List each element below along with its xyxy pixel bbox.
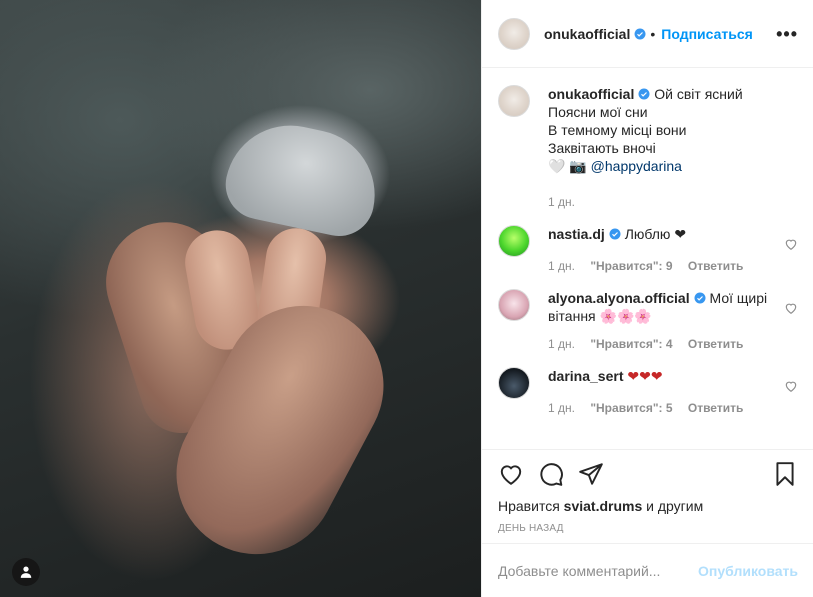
photo-hat-shape <box>219 113 387 243</box>
action-icons <box>498 450 798 498</box>
likes-summary: Нравится sviat.drums и другим <box>498 498 798 514</box>
comment-username[interactable]: darina_sert <box>548 368 623 384</box>
caption-line: Поясни мої сни <box>548 104 648 120</box>
verified-icon <box>609 228 621 240</box>
comment-username[interactable]: nastia.dj <box>548 226 605 242</box>
comment-likes[interactable]: "Нравится": 4 <box>590 337 672 351</box>
reply-button[interactable]: Ответить <box>688 401 743 415</box>
comment-time[interactable]: 1 дн. <box>548 337 575 351</box>
likes-suffix[interactable]: и другим <box>646 498 703 514</box>
comment-text: Люблю ❤ <box>624 226 687 242</box>
more-options-button[interactable]: ••• <box>776 25 798 43</box>
verified-icon <box>694 292 706 304</box>
avatar[interactable] <box>498 289 530 321</box>
post: onukaofficial • Подписаться ••• onukaoff… <box>0 0 813 597</box>
post-actions: Нравится sviat.drums и другим ДЕНЬ НАЗАД <box>482 449 813 543</box>
comment-item: nastia.dj Люблю ❤ 1 дн. "Нравится": 9 От… <box>498 225 798 275</box>
header-separator: • <box>650 25 656 42</box>
comment-likes[interactable]: "Нравится": 5 <box>590 401 672 415</box>
avatar[interactable] <box>498 367 530 399</box>
caption-time[interactable]: 1 дн. <box>548 195 575 209</box>
comment-body: alyona.alyona.official Мої щирі вітання … <box>548 289 798 353</box>
comment-body: darina_sert ❤❤❤ 1 дн. "Нравится": 5 Отве… <box>548 367 798 417</box>
comment-like-heart-icon[interactable] <box>784 237 798 251</box>
avatar[interactable] <box>498 225 530 257</box>
reply-button[interactable]: Ответить <box>688 337 743 351</box>
post-header: onukaofficial • Подписаться ••• <box>482 0 813 68</box>
comment-like-heart-icon[interactable] <box>784 379 798 393</box>
heart-icon[interactable] <box>498 461 524 487</box>
comment-like-heart-icon[interactable] <box>784 301 798 315</box>
caption-line: Заквітають вночі <box>548 140 656 156</box>
avatar[interactable] <box>498 85 530 117</box>
avatar[interactable] <box>498 17 530 50</box>
post-sidebar: onukaofficial • Подписаться ••• onukaoff… <box>481 0 813 597</box>
caption-line: В темному місці вони <box>548 122 687 138</box>
publish-button[interactable]: Опубликовать <box>698 563 798 579</box>
caption-emoji: 🤍 📷 <box>548 158 587 174</box>
verified-icon <box>634 28 646 39</box>
comment-time[interactable]: 1 дн. <box>548 401 575 415</box>
comment-time[interactable]: 1 дн. <box>548 259 575 273</box>
add-comment-bar: Опубликовать <box>482 543 813 597</box>
post-timestamp[interactable]: ДЕНЬ НАЗАД <box>498 523 798 534</box>
user-icon <box>20 566 32 578</box>
likes-prefix: Нравится <box>498 498 560 514</box>
post-photo[interactable] <box>0 0 481 597</box>
bookmark-icon[interactable] <box>772 461 798 487</box>
comment-username[interactable]: alyona.alyona.official <box>548 290 690 306</box>
follow-button[interactable]: Подписаться <box>661 26 753 42</box>
comment-input[interactable] <box>498 562 699 579</box>
caption-username[interactable]: onukaofficial <box>548 86 634 102</box>
comment-icon[interactable] <box>538 461 564 487</box>
comment-item: darina_sert ❤❤❤ 1 дн. "Нравится": 5 Отве… <box>498 367 798 417</box>
comment-body: nastia.dj Люблю ❤ 1 дн. "Нравится": 9 От… <box>548 225 798 275</box>
likes-user[interactable]: sviat.drums <box>564 498 643 514</box>
caption-line: Ой світ ясний <box>654 86 743 102</box>
verified-icon <box>638 88 650 100</box>
header-username[interactable]: onukaofficial <box>544 26 630 42</box>
share-icon[interactable] <box>578 461 604 487</box>
tagged-users-button[interactable] <box>12 558 40 586</box>
comment-item: alyona.alyona.official Мої щирі вітання … <box>498 289 798 353</box>
comment-likes[interactable]: "Нравится": 9 <box>590 259 672 273</box>
comments-list[interactable]: onukaofficial Ой світ ясний Поясни мої с… <box>482 69 813 449</box>
caption: onukaofficial Ой світ ясний Поясни мої с… <box>498 85 798 211</box>
reply-button[interactable]: Ответить <box>688 259 743 273</box>
comment-text: ❤❤❤ <box>627 368 663 384</box>
caption-body: onukaofficial Ой світ ясний Поясни мої с… <box>548 85 798 211</box>
mention-link[interactable]: @happydarina <box>591 158 682 174</box>
